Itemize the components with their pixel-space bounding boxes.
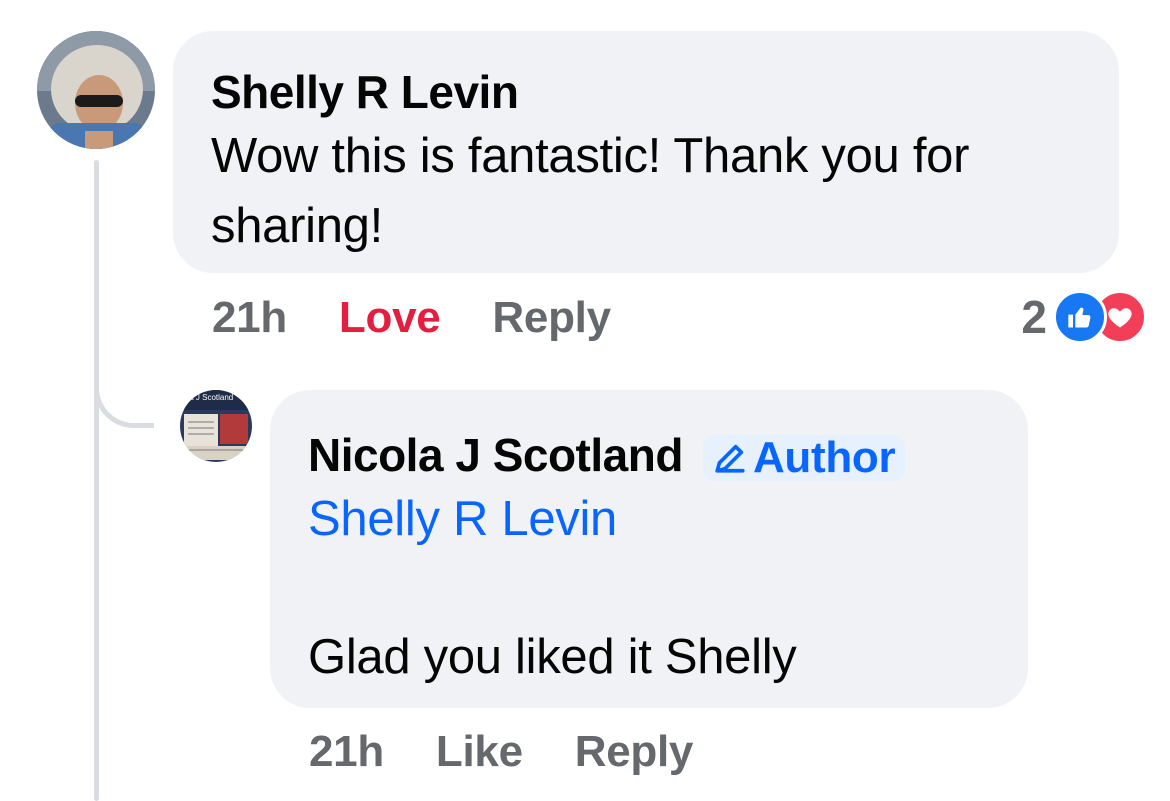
author-badge-label: Author — [752, 433, 896, 482]
like-icon — [1053, 290, 1107, 344]
author-badge[interactable]: Author — [702, 433, 906, 482]
mention-link[interactable]: Shelly R Levin — [308, 484, 990, 554]
reply-text: Glad you liked it Shelly — [308, 630, 797, 684]
reply-timestamp[interactable]: 21h — [309, 727, 384, 777]
avatar-nicola[interactable]: ola J Scotland — [180, 390, 252, 462]
comment-actions: 21h Love Reply — [212, 288, 611, 348]
comment-timestamp[interactable]: 21h — [212, 293, 287, 343]
profile-photo-icon — [37, 31, 155, 149]
avatar-text: ola J Scotland — [183, 393, 233, 402]
comment-text: Wow this is fantastic! Thank you for sha… — [211, 129, 970, 253]
comment-author-name[interactable]: Shelly R Levin — [211, 63, 1081, 121]
reply-button[interactable]: Reply — [575, 727, 694, 777]
profile-photo-icon: ola J Scotland — [180, 390, 252, 462]
avatar-shelly[interactable] — [37, 31, 155, 149]
reply-actions: 21h Like Reply — [309, 722, 693, 782]
like-button[interactable]: Like — [436, 727, 523, 777]
comment-bubble: Shelly R Levin Wow this is fantastic! Th… — [173, 31, 1119, 273]
reply-button[interactable]: Reply — [492, 293, 611, 343]
reply-bubble: Nicola J Scotland Author Shelly R Levin … — [270, 390, 1028, 708]
reply-name-row: Nicola J Scotland Author — [308, 426, 990, 484]
reaction-summary[interactable]: 2 — [1021, 290, 1147, 344]
love-reaction-button[interactable]: Love — [339, 293, 441, 343]
reply-author-name[interactable]: Nicola J Scotland — [308, 426, 683, 484]
reaction-count: 2 — [1021, 291, 1047, 343]
thread-line — [94, 160, 99, 801]
pencil-icon — [715, 444, 745, 473]
thread-branch-curve — [94, 360, 154, 428]
